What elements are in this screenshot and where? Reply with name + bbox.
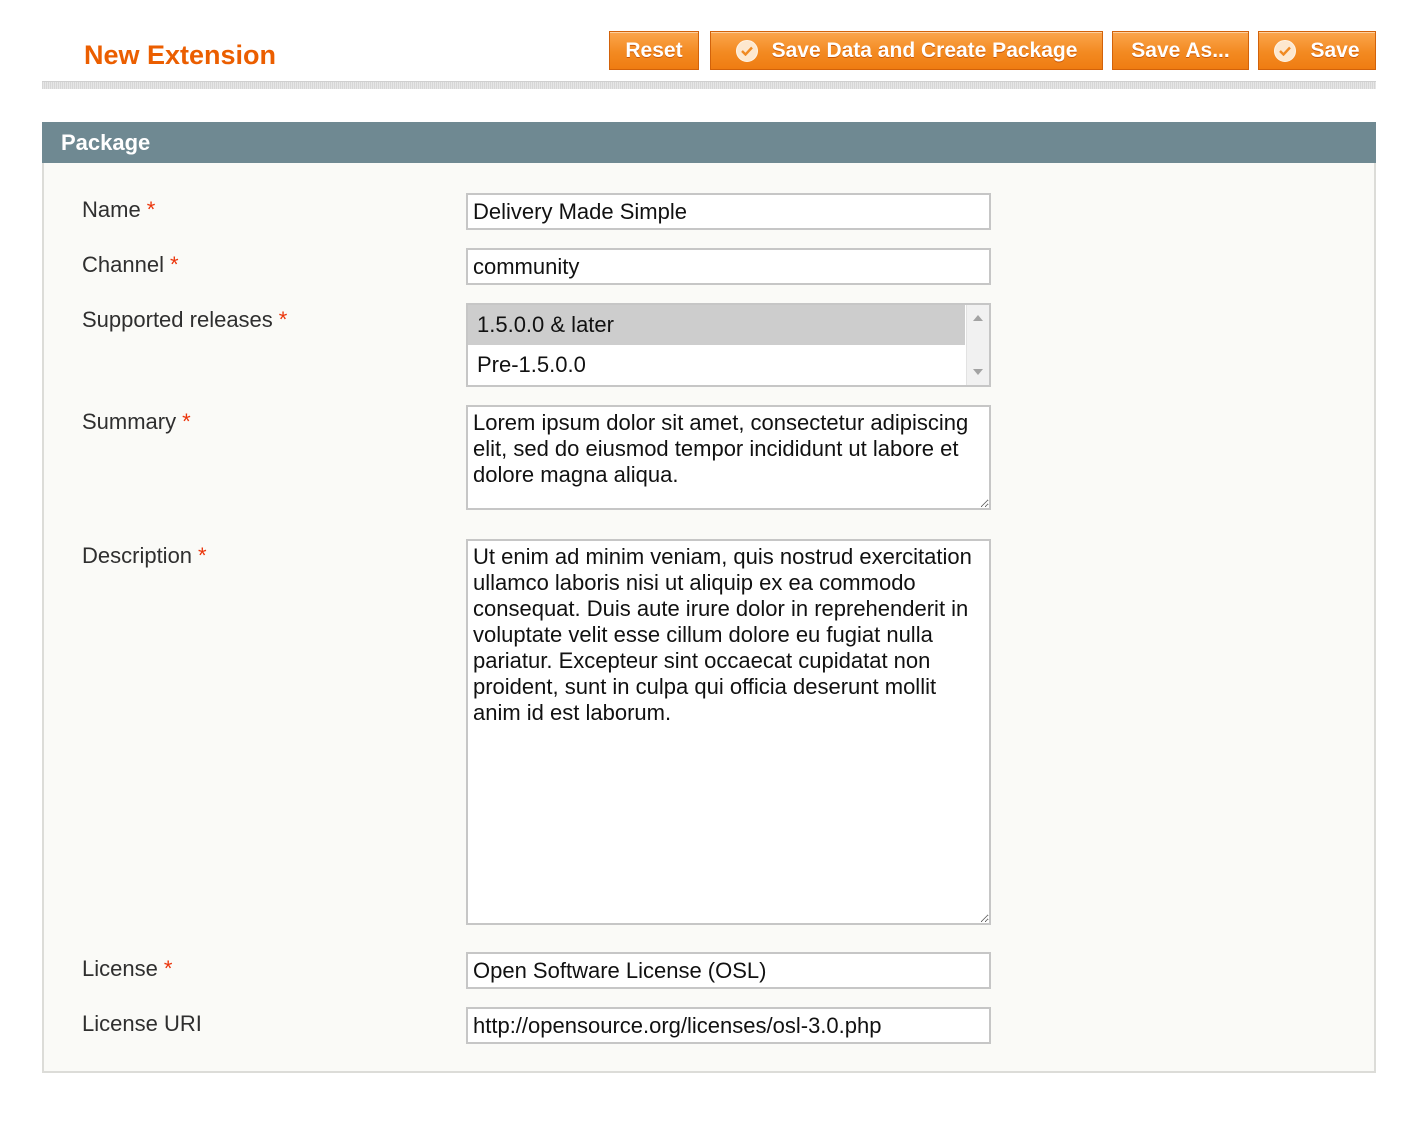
channel-input[interactable] <box>466 248 991 285</box>
channel-label: Channel * <box>82 252 179 278</box>
license-label: License * <box>82 956 172 982</box>
supported-releases-multiselect[interactable]: 1.5.0.0 & later Pre-1.5.0.0 <box>466 303 991 387</box>
name-label: Name * <box>82 197 155 223</box>
supported-releases-label: Supported releases * <box>82 307 287 333</box>
summary-label-text: Summary <box>82 409 177 434</box>
reset-button[interactable]: Reset <box>609 31 699 70</box>
license-label-text: License <box>82 956 158 981</box>
required-marker: * <box>163 956 173 981</box>
scroll-up-arrow-icon[interactable] <box>973 315 983 321</box>
save-label: Save <box>1310 38 1360 62</box>
checkmark-circle-icon <box>735 39 758 62</box>
description-textarea[interactable]: Ut enim ad minim veniam, quis nostrud ex… <box>466 539 991 925</box>
channel-label-text: Channel <box>82 252 164 277</box>
summary-label: Summary * <box>82 409 191 435</box>
multiselect-scrollbar[interactable] <box>966 305 989 385</box>
required-marker: * <box>146 197 156 222</box>
checkmark-circle-icon <box>1274 39 1297 62</box>
required-marker: * <box>182 409 191 434</box>
description-label-text: Description <box>82 543 193 568</box>
section-title: Package <box>61 130 151 155</box>
save-as-label: Save As... <box>1131 38 1230 62</box>
name-input[interactable] <box>466 193 991 230</box>
save-data-create-package-button[interactable]: Save Data and Create Package <box>710 31 1103 70</box>
required-marker: * <box>169 252 179 277</box>
save-data-create-package-label: Save Data and Create Package <box>771 38 1078 62</box>
supported-releases-label-text: Supported releases <box>82 307 273 332</box>
page-title: New Extension <box>84 40 277 70</box>
release-option-selected[interactable]: 1.5.0.0 & later <box>468 305 965 345</box>
section-header-package: Package <box>42 122 1376 163</box>
license-input[interactable] <box>466 952 991 989</box>
save-as-button[interactable]: Save As... <box>1112 31 1249 70</box>
license-uri-input[interactable] <box>466 1007 991 1044</box>
reset-button-label: Reset <box>625 38 683 62</box>
required-marker: * <box>198 543 207 568</box>
license-uri-label-text: License URI <box>82 1011 202 1036</box>
name-label-text: Name <box>82 197 141 222</box>
description-label: Description * <box>82 543 207 569</box>
header-divider <box>42 81 1376 89</box>
summary-textarea[interactable]: Lorem ipsum dolor sit amet, consectetur … <box>466 405 991 510</box>
scroll-down-arrow-icon[interactable] <box>973 369 983 375</box>
license-uri-label: License URI <box>82 1011 202 1037</box>
release-option[interactable]: Pre-1.5.0.0 <box>468 345 965 385</box>
save-button[interactable]: Save <box>1258 31 1376 70</box>
required-marker: * <box>278 307 288 332</box>
